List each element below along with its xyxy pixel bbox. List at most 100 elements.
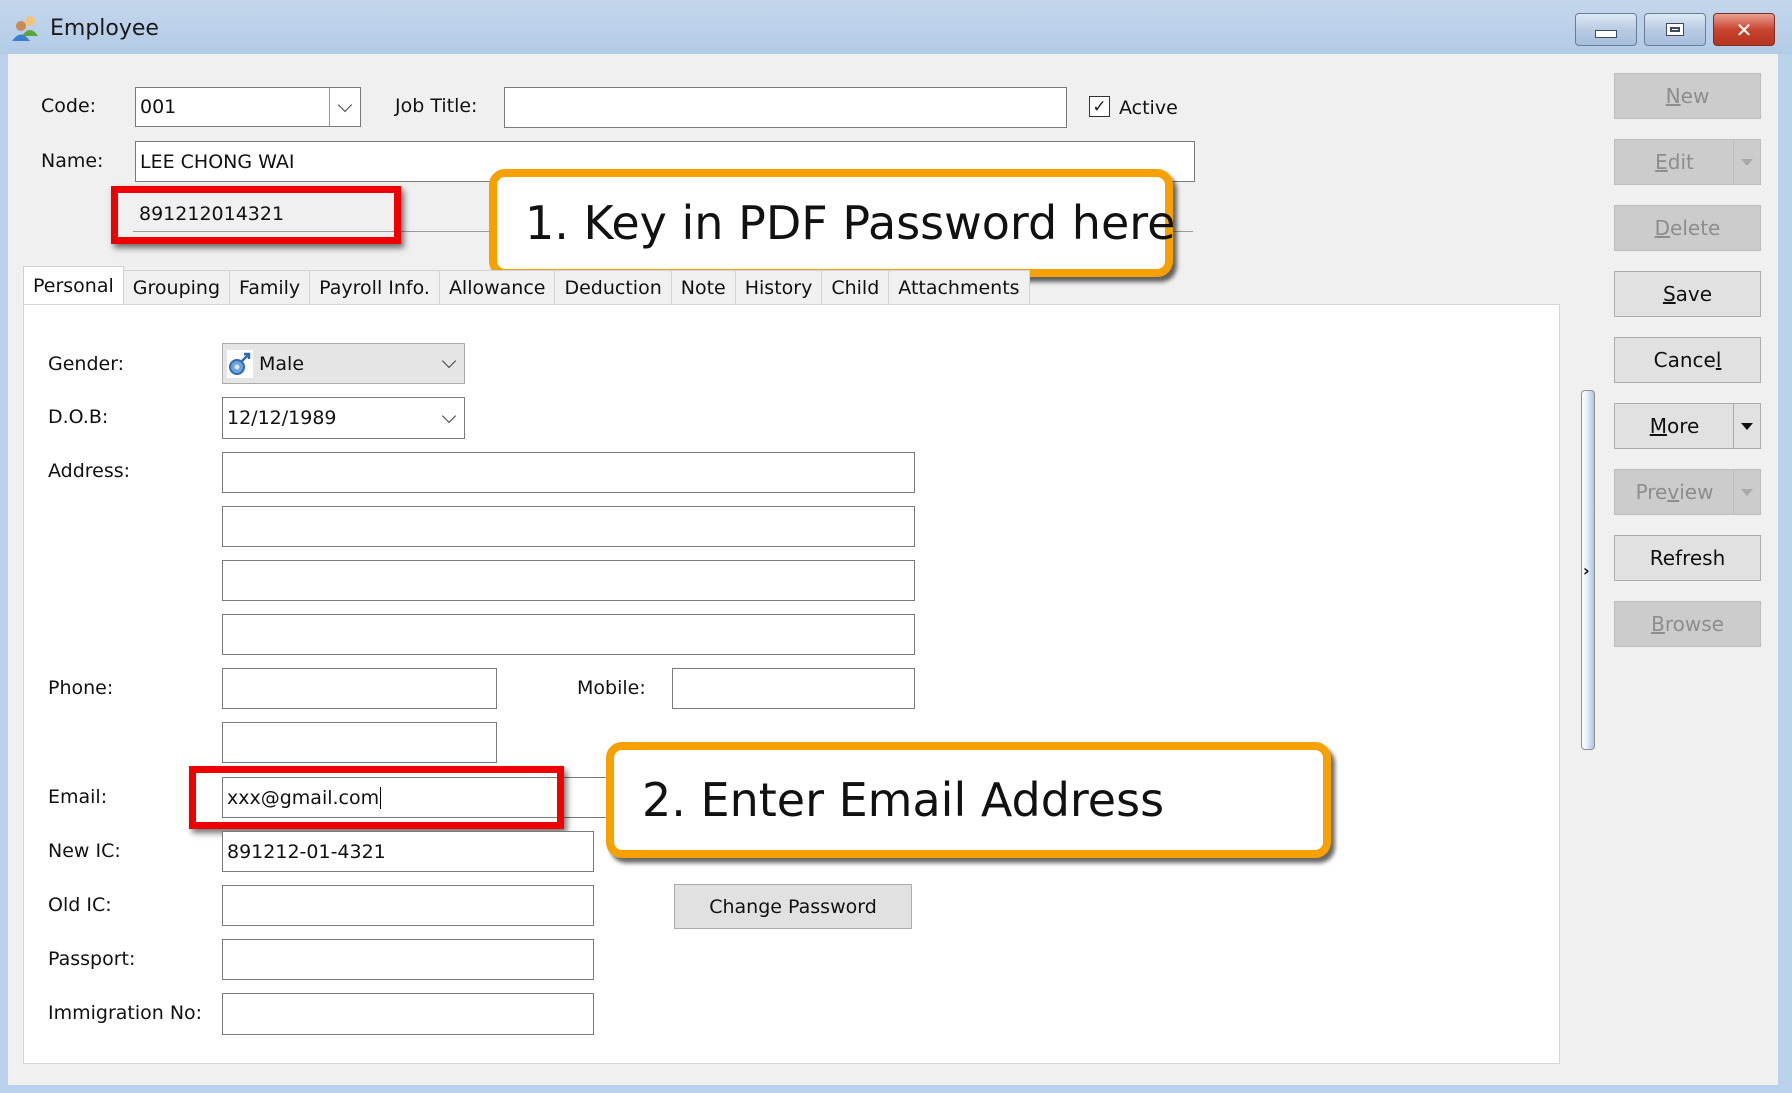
cancel-mnemonic: l xyxy=(1715,348,1722,372)
cancel-label: Cance xyxy=(1653,348,1716,372)
tab-attachments[interactable]: Attachments xyxy=(888,270,1030,304)
save-button[interactable]: Save xyxy=(1614,271,1761,317)
minimize-icon xyxy=(1595,29,1617,38)
code-label: Code: xyxy=(41,95,97,117)
new-button[interactable]: New xyxy=(1614,73,1761,119)
more-dropdown-button[interactable] xyxy=(1733,404,1760,448)
highlight-pdf-password xyxy=(111,186,401,244)
caret-down-icon xyxy=(1741,158,1753,166)
code-dropdown-button[interactable] xyxy=(329,88,360,126)
tab-allowance[interactable]: Allowance xyxy=(438,270,556,304)
address-label: Address: xyxy=(48,460,131,482)
address-line-4-input[interactable] xyxy=(222,614,915,655)
preview-mnemonic: v xyxy=(1667,480,1680,504)
minimize-button[interactable] xyxy=(1575,13,1637,46)
tab-child[interactable]: Child xyxy=(821,270,890,304)
edit-dropdown-button[interactable] xyxy=(1733,140,1760,184)
tab-deduction[interactable]: Deduction xyxy=(554,270,672,304)
refresh-button[interactable]: Refresh xyxy=(1614,535,1761,581)
chevron-right-icon[interactable]: › xyxy=(1583,561,1590,580)
address-line-2-input[interactable] xyxy=(222,506,915,547)
delete-label: elete xyxy=(1670,216,1721,240)
job-title-label: Job Title: xyxy=(395,95,478,117)
chevron-down-icon xyxy=(441,408,457,423)
close-button[interactable]: ✕ xyxy=(1713,13,1775,46)
tab-family[interactable]: Family xyxy=(229,270,311,304)
refresh-label: Refresh xyxy=(1649,546,1726,570)
immigration-no-label: Immigration No: xyxy=(48,1002,203,1024)
dob-value: 12/12/1989 xyxy=(227,407,337,429)
more-button[interactable]: More xyxy=(1614,403,1761,449)
tab-bar: Personal Grouping Family Payroll Info. A… xyxy=(23,266,1030,304)
more-mnemonic: M xyxy=(1649,414,1667,438)
new-ic-input[interactable]: 891212-01-4321 xyxy=(222,831,594,872)
name-label: Name: xyxy=(41,150,104,172)
check-icon: ✓ xyxy=(1092,96,1107,117)
tab-note[interactable]: Note xyxy=(670,270,736,304)
passport-input[interactable] xyxy=(222,939,594,980)
new-label: ew xyxy=(1680,84,1710,108)
cancel-button[interactable]: Cancel xyxy=(1614,337,1761,383)
close-icon: ✕ xyxy=(1735,17,1753,42)
save-label: ave xyxy=(1675,282,1713,306)
callout-pdf-password: 1. Key in PDF Password here xyxy=(489,169,1175,277)
gender-dropdown-button[interactable] xyxy=(434,344,464,383)
dob-date-picker[interactable]: 12/12/1989 xyxy=(222,397,465,439)
new-mnemonic: N xyxy=(1665,84,1681,108)
email-label: Email: xyxy=(48,786,108,808)
change-password-button[interactable]: Change Password xyxy=(674,884,912,929)
preview-label: Pre xyxy=(1635,480,1668,504)
mobile-input[interactable] xyxy=(672,668,915,709)
phone-input[interactable] xyxy=(222,668,497,709)
chevron-down-icon xyxy=(337,97,353,112)
more-label: ore xyxy=(1666,414,1700,438)
browse-mnemonic: B xyxy=(1651,612,1665,636)
window-title: Employee xyxy=(50,16,159,41)
preview-dropdown-button[interactable] xyxy=(1733,470,1760,514)
new-ic-label: New IC: xyxy=(48,840,121,862)
address-line-1-input[interactable] xyxy=(222,452,915,493)
edit-button[interactable]: Edit xyxy=(1614,139,1761,185)
preview-label-end: iew xyxy=(1679,480,1714,504)
passport-label: Passport: xyxy=(48,948,136,970)
phone-label: Phone: xyxy=(48,677,114,699)
active-checkbox[interactable]: ✓ xyxy=(1089,96,1110,117)
active-label: Active xyxy=(1119,97,1178,119)
browse-label: rowse xyxy=(1664,612,1724,636)
tab-personal[interactable]: Personal xyxy=(23,266,124,304)
caret-down-icon xyxy=(1741,422,1753,430)
old-ic-input[interactable] xyxy=(222,885,594,926)
dob-label: D.O.B: xyxy=(48,406,109,428)
tab-history[interactable]: History xyxy=(734,270,823,304)
dob-dropdown-button[interactable] xyxy=(434,398,464,438)
gender-combo[interactable]: Male xyxy=(222,343,465,384)
immigration-no-input[interactable] xyxy=(222,993,594,1035)
highlight-email xyxy=(189,766,564,829)
caret-down-icon xyxy=(1741,488,1753,496)
gender-value: Male xyxy=(259,352,305,375)
callout-email: 2. Enter Email Address xyxy=(606,742,1331,858)
old-ic-label: Old IC: xyxy=(48,894,112,916)
code-combo[interactable]: 001 xyxy=(135,87,361,127)
male-icon xyxy=(227,349,253,378)
preview-button[interactable]: Preview xyxy=(1614,469,1761,515)
phone-2-input[interactable] xyxy=(222,722,497,763)
job-title-input[interactable] xyxy=(504,87,1067,128)
title-bar[interactable]: Employee ✕ xyxy=(0,0,1792,54)
code-value: 001 xyxy=(140,96,177,118)
browse-button[interactable]: Browse xyxy=(1614,601,1761,647)
mobile-label: Mobile: xyxy=(577,677,646,699)
delete-button[interactable]: Delete xyxy=(1614,205,1761,251)
chevron-down-icon xyxy=(441,353,457,369)
delete-mnemonic: D xyxy=(1654,216,1671,240)
save-mnemonic: S xyxy=(1662,282,1676,306)
edit-label: dit xyxy=(1667,150,1694,174)
edit-mnemonic: E xyxy=(1655,150,1668,174)
people-icon xyxy=(12,16,38,41)
gender-label: Gender: xyxy=(48,353,125,375)
maximize-button[interactable] xyxy=(1644,13,1706,46)
tab-grouping[interactable]: Grouping xyxy=(122,270,231,304)
address-line-3-input[interactable] xyxy=(222,560,915,601)
maximize-icon xyxy=(1666,23,1684,36)
tab-payroll-info[interactable]: Payroll Info. xyxy=(309,270,440,304)
